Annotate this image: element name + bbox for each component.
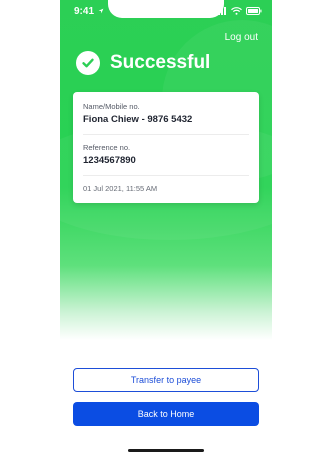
signal-icon bbox=[215, 7, 226, 15]
success-banner: Successful bbox=[76, 51, 210, 75]
name-value: Fiona Chiew - 9876 5432 bbox=[83, 114, 193, 125]
status-bar: 9:41 bbox=[60, 6, 272, 20]
wifi-icon bbox=[231, 7, 242, 15]
status-time: 9:41 bbox=[74, 6, 104, 17]
receipt-card: Name/Mobile no. Fiona Chiew - 9876 5432 … bbox=[73, 92, 259, 203]
status-time-text: 9:41 bbox=[74, 6, 95, 17]
logout-link[interactable]: Log out bbox=[225, 32, 258, 43]
status-icons bbox=[215, 7, 262, 15]
reference-value: 1234567890 bbox=[83, 155, 136, 166]
transfer-to-payee-label: Transfer to payee bbox=[130, 375, 202, 385]
divider bbox=[83, 134, 249, 135]
reference-label: Reference no. bbox=[83, 143, 131, 152]
checkmark-icon bbox=[82, 58, 94, 68]
phone-screen: 9:41 Log out Successful Name/Mobile no. … bbox=[60, 0, 272, 460]
back-to-home-label: Back to Home bbox=[137, 409, 195, 419]
transaction-timestamp: 01 Jul 2021, 11:55 AM bbox=[83, 184, 158, 193]
name-label: Name/Mobile no. bbox=[83, 102, 140, 111]
battery-icon bbox=[246, 7, 262, 15]
success-title: Successful bbox=[110, 52, 211, 73]
divider bbox=[83, 175, 249, 176]
location-arrow-icon bbox=[98, 8, 104, 14]
back-to-home-button[interactable]: Back to Home bbox=[73, 402, 259, 426]
success-check-badge bbox=[76, 51, 100, 75]
transfer-to-payee-button[interactable]: Transfer to payee bbox=[73, 368, 259, 392]
home-indicator[interactable] bbox=[128, 449, 204, 452]
